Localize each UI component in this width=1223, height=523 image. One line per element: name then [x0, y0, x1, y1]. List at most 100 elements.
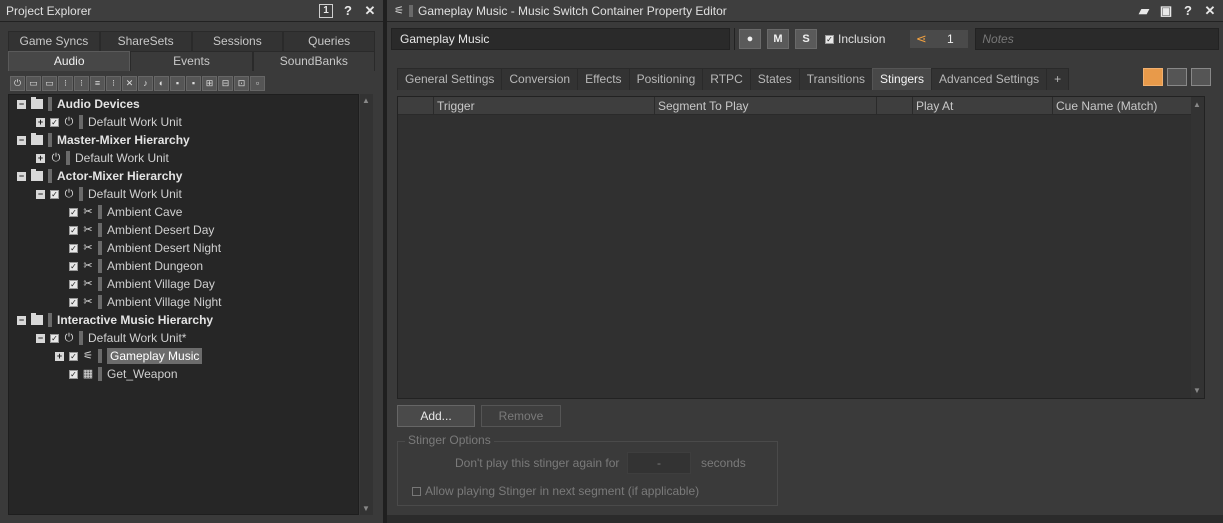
expand-toggle[interactable]: + [55, 351, 64, 361]
tree-item-default-work-unit[interactable]: + ✓ ⏻ Default Work Unit [36, 113, 182, 131]
references-button[interactable]: ⋖ 1 [909, 29, 970, 49]
sound-icon[interactable]: ♪ [138, 75, 153, 91]
tree-item-audio-devices[interactable]: − Audio Devices [17, 95, 140, 113]
actor-mixer-icon[interactable]: ⁝ [58, 75, 73, 91]
bottom-scrollbar[interactable] [387, 515, 1223, 523]
solo-button[interactable]: S [795, 29, 817, 49]
music-segment-icon[interactable]: ⊞ [202, 75, 217, 91]
collapse-toggle[interactable]: − [17, 171, 26, 181]
inclusion-checkbox[interactable]: ✓ [50, 333, 59, 343]
tree-item-default-work-unit[interactable]: − ✓ ⏻ Default Work Unit* [36, 329, 186, 347]
inclusion-checkbox[interactable]: ✓ [69, 225, 78, 235]
music-playlist-icon[interactable]: ▪ [186, 75, 201, 91]
tab-rtpc[interactable]: RTPC [702, 68, 751, 90]
scroll-down-icon[interactable]: ▼ [362, 504, 370, 513]
voice-icon[interactable]: ◐ [154, 75, 169, 91]
inclusion-checkbox[interactable]: ✓ [50, 117, 59, 127]
inclusion-checkbox[interactable]: ✓ [69, 243, 78, 253]
allow-next-segment-checkbox[interactable] [412, 486, 421, 496]
tab-sharesets[interactable]: ShareSets [99, 31, 192, 51]
tree-item-interactive-music[interactable]: − Interactive Music Hierarchy [17, 311, 213, 329]
float-button[interactable]: 1 [319, 3, 333, 18]
close-button[interactable]: ✕ [1201, 2, 1219, 20]
collapse-toggle[interactable]: − [36, 189, 45, 199]
column-header[interactable] [398, 97, 434, 114]
inclusion-checkbox[interactable]: ✓ [69, 351, 78, 361]
tree-item-sound[interactable]: ✓ ✂ Ambient Village Night [69, 293, 222, 311]
tab-positioning[interactable]: Positioning [628, 68, 704, 90]
column-header-play-at[interactable]: Play At [913, 97, 1053, 114]
table-scrollbar[interactable]: ▲ ▼ [1191, 97, 1204, 398]
tab-stingers[interactable]: Stingers [872, 68, 933, 90]
inclusion-checkbox[interactable]: ✓ [50, 189, 59, 199]
blend-container-icon[interactable]: ✕ [122, 75, 137, 91]
physical-folder-icon[interactable]: ▭ [42, 75, 57, 91]
inclusion-checkbox[interactable]: ✓ [69, 261, 78, 271]
sequence-container-icon[interactable]: ≡ [90, 75, 105, 91]
inclusion-toggle[interactable]: ✓ Inclusion [825, 32, 885, 46]
add-button[interactable]: Add... [397, 405, 475, 427]
tab-effects[interactable]: Effects [577, 68, 630, 90]
tree-item-default-work-unit[interactable]: − ✓ ⏻ Default Work Unit [36, 185, 182, 203]
tab-general-settings[interactable]: General Settings [397, 68, 503, 90]
help-button[interactable]: ? [339, 2, 357, 20]
music-stinger-icon[interactable]: ⊡ [234, 75, 249, 91]
tree-item-sound[interactable]: ✓ ✂ Ambient Cave [69, 203, 182, 221]
music-switch-icon[interactable]: ▪ [170, 75, 185, 91]
tree-item-master-mixer[interactable]: − Master-Mixer Hierarchy [17, 131, 190, 149]
column-header-trigger[interactable]: Trigger [434, 97, 655, 114]
switch-container-icon[interactable]: ⁝ [106, 75, 121, 91]
tab-sessions[interactable]: Sessions [191, 31, 284, 51]
column-header-segment[interactable]: Segment To Play [655, 97, 877, 114]
remove-button[interactable]: Remove [481, 405, 561, 427]
tab-events[interactable]: Events [130, 51, 253, 71]
tree-item-sound[interactable]: ✓ ✂ Ambient Desert Day [69, 221, 214, 239]
tree-scrollbar[interactable]: ▲ ▼ [360, 94, 373, 515]
tab-add[interactable]: + [1046, 68, 1070, 90]
save-icon[interactable]: ▣ [1157, 2, 1175, 20]
color-palette-button[interactable]: ● [739, 29, 761, 49]
tab-states[interactable]: States [749, 68, 800, 90]
object-name-field[interactable]: Gameplay Music [391, 28, 730, 50]
inclusion-checkbox[interactable]: ✓ [69, 207, 78, 217]
help-button[interactable]: ? [1179, 2, 1197, 20]
expand-toggle[interactable]: + [36, 117, 45, 127]
collapse-toggle[interactable]: − [17, 99, 26, 109]
column-header-cue-name[interactable]: Cue Name (Match) [1053, 97, 1193, 114]
music-track-icon[interactable]: ⊟ [218, 75, 233, 91]
inclusion-checkbox[interactable]: ✓ [69, 369, 78, 379]
tab-audio[interactable]: Audio [8, 51, 131, 71]
close-button[interactable]: ✕ [361, 2, 379, 20]
collapse-toggle[interactable]: − [36, 333, 45, 343]
folder-open-icon[interactable]: ▰ [1135, 2, 1153, 20]
random-container-icon[interactable]: ⁝ [74, 75, 89, 91]
tab-transitions[interactable]: Transitions [798, 68, 874, 90]
tree-item-sound[interactable]: ✓ ✂ Ambient Village Day [69, 275, 215, 293]
split-vertical-icon[interactable] [1167, 68, 1187, 86]
mute-button[interactable]: M [767, 29, 789, 49]
tab-game-syncs[interactable]: Game Syncs [8, 31, 100, 51]
split-horizontal-icon[interactable] [1191, 68, 1211, 86]
tree-item-actor-mixer[interactable]: − Actor-Mixer Hierarchy [17, 167, 182, 185]
scroll-up-icon[interactable]: ▲ [362, 96, 370, 105]
allow-next-segment-option[interactable]: Allow playing Stinger in next segment (i… [412, 484, 699, 498]
single-view-icon[interactable] [1143, 68, 1163, 86]
scroll-down-icon[interactable]: ▼ [1193, 386, 1201, 395]
inclusion-checkbox[interactable]: ✓ [69, 297, 78, 307]
music-sound-icon[interactable]: ▫ [250, 75, 265, 91]
tree-item-get-weapon[interactable]: ✓ ▦ Get_Weapon [69, 365, 178, 383]
collapse-toggle[interactable]: − [17, 135, 26, 145]
collapse-toggle[interactable]: − [17, 315, 26, 325]
tree-item-sound[interactable]: ✓ ✂ Ambient Dungeon [69, 257, 203, 275]
tab-soundbanks[interactable]: SoundBanks [252, 51, 375, 71]
notes-field[interactable]: Notes [975, 28, 1219, 50]
work-unit-icon[interactable]: ⏻ [10, 75, 25, 91]
column-header[interactable] [877, 97, 913, 114]
inclusion-checkbox[interactable]: ✓ [825, 34, 834, 44]
expand-toggle[interactable]: + [36, 153, 45, 163]
tab-conversion[interactable]: Conversion [501, 68, 579, 90]
tab-queries[interactable]: Queries [283, 31, 375, 51]
folder-icon[interactable]: ▭ [26, 75, 41, 91]
tree-item-default-work-unit[interactable]: + ⏻ Default Work Unit [36, 149, 169, 167]
dont-play-duration-field[interactable]: - [627, 452, 691, 474]
